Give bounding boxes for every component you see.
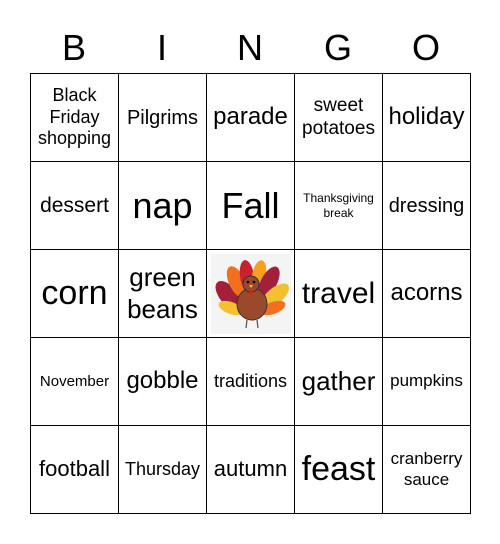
header-letter: I [156, 27, 167, 68]
bingo-cell[interactable]: gather [295, 338, 383, 426]
cell-label: Black Friday shopping [37, 85, 112, 149]
cell-label: holiday [388, 103, 465, 131]
bingo-cell[interactable]: sweet potatoes [295, 74, 383, 162]
cell-label: gobble [126, 367, 199, 395]
cell-label: cranberry sauce [390, 449, 463, 489]
turkey-icon [210, 253, 291, 334]
bingo-cell[interactable]: acorns [383, 250, 471, 338]
cell-label: Fall [221, 184, 280, 226]
header-letter: G [323, 27, 352, 68]
cell-label: dressing [388, 194, 465, 217]
header-letter: B [61, 27, 86, 68]
bingo-grid: Black Friday shopping Pilgrims parade sweet… [30, 73, 471, 514]
bingo-cell[interactable]: autumn [207, 426, 295, 514]
bingo-cell[interactable]: travel [295, 250, 383, 338]
bingo-cell[interactable]: Thanksgiving break [295, 162, 383, 250]
cell-label: traditions [213, 370, 288, 391]
cell-label: parade [213, 103, 288, 131]
cell-label: November [39, 372, 110, 390]
cell-label: Pilgrims [126, 106, 199, 129]
cell-label: Thanksgiving break [303, 191, 374, 220]
bingo-cell[interactable]: traditions [207, 338, 295, 426]
header-letter: O [411, 27, 440, 68]
bingo-cell[interactable]: dressing [383, 162, 471, 250]
cell-label: autumn [213, 456, 288, 482]
bingo-cell[interactable]: cranberry sauce [383, 426, 471, 514]
cell-label: corn [41, 274, 108, 313]
bingo-cell-free[interactable] [207, 250, 295, 338]
cell-label: travel [301, 276, 376, 310]
cell-label: acorns [390, 279, 463, 307]
bingo-cell[interactable]: green beans [119, 250, 207, 338]
cell-label: feast [301, 450, 376, 489]
bingo-cell[interactable]: corn [31, 250, 119, 338]
bingo-cell[interactable]: feast [295, 426, 383, 514]
bingo-cell[interactable]: Pilgrims [119, 74, 207, 162]
bingo-header: B I N G O [30, 26, 470, 70]
cell-label: green beans [127, 262, 198, 324]
cell-label: football [39, 456, 110, 482]
cell-label: dessert [40, 193, 109, 217]
cell-label: sweet potatoes [302, 94, 375, 139]
bingo-cell[interactable]: Fall [207, 162, 295, 250]
bingo-cell[interactable]: nap [119, 162, 207, 250]
cell-label: Thursday [124, 458, 201, 479]
bingo-cell[interactable]: dessert [31, 162, 119, 250]
bingo-cell[interactable]: November [31, 338, 119, 426]
bingo-cell[interactable]: football [31, 426, 119, 514]
bingo-cell[interactable]: Thursday [119, 426, 207, 514]
cell-label: gather [301, 365, 376, 396]
cell-label: nap [132, 184, 193, 226]
header-letter: N [237, 27, 263, 68]
bingo-cell[interactable]: Black Friday shopping [31, 74, 119, 162]
cell-label: pumpkins [390, 371, 463, 391]
bingo-cell[interactable]: holiday [383, 74, 471, 162]
bingo-cell[interactable]: parade [207, 74, 295, 162]
bingo-cell[interactable]: gobble [119, 338, 207, 426]
bingo-cell[interactable]: pumpkins [383, 338, 471, 426]
